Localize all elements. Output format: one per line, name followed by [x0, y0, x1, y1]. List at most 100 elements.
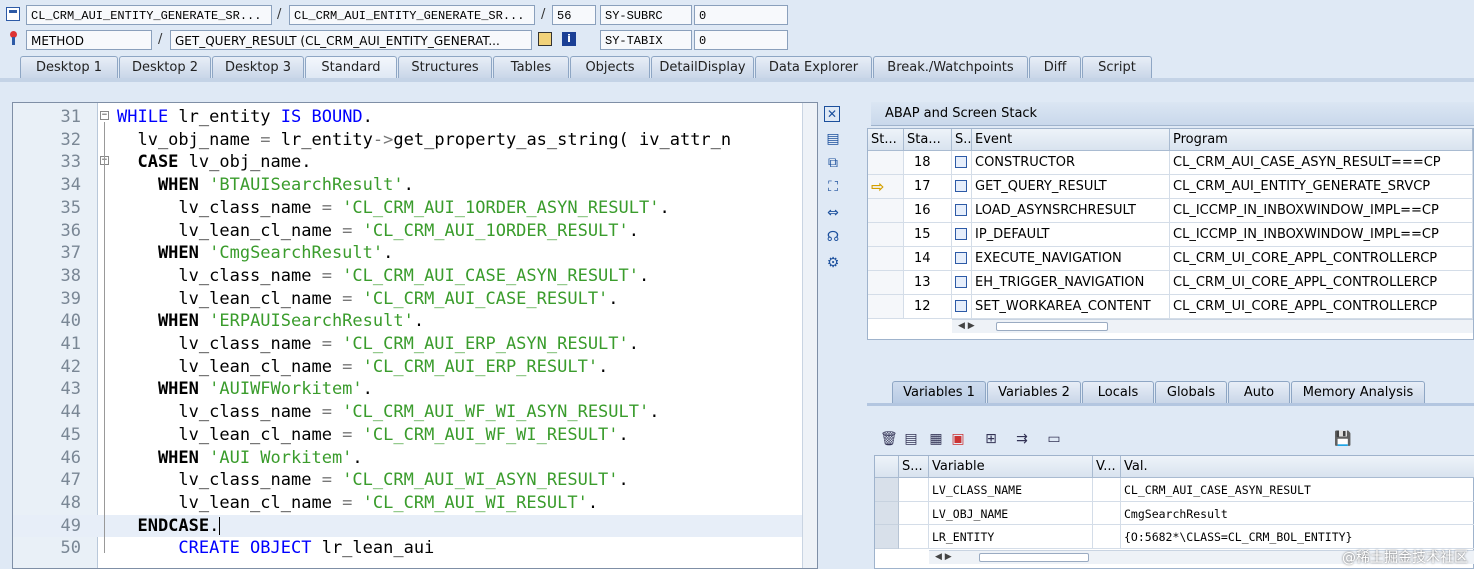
stack-col-header[interactable]: Event	[972, 129, 1170, 151]
var-name[interactable]: LV_OBJ_NAME	[929, 501, 1093, 525]
stack-level[interactable]: 12	[904, 295, 952, 319]
code-line[interactable]: 31 − WHILE lr_entity IS BOUND.	[13, 106, 813, 129]
code-line[interactable]: 43 WHEN 'AUIWFWorkitem'.	[13, 378, 813, 401]
var-col-header[interactable]: Variable	[929, 456, 1093, 478]
stack-event[interactable]: EH_TRIGGER_NAVIGATION	[972, 271, 1170, 295]
sysvar-value-field-1[interactable]: 0	[694, 5, 788, 25]
stack-program[interactable]: CL_ICCMP_IN_INBOXWINDOW_IMPL==CP	[1170, 199, 1473, 223]
var-col-header[interactable]	[875, 456, 899, 478]
tab-diff[interactable]: Diff	[1029, 56, 1081, 78]
stack-col-header[interactable]: Program	[1170, 129, 1473, 151]
tab-detaildisplay[interactable]: DetailDisplay	[651, 56, 754, 78]
stack-event[interactable]: SET_WORKAREA_CONTENT	[972, 295, 1170, 319]
type-field[interactable]: METHOD	[26, 30, 152, 50]
var-col-header[interactable]: Val.	[1121, 456, 1474, 478]
row-selector[interactable]	[875, 501, 899, 525]
tab-variables-1[interactable]: Variables 1	[892, 381, 986, 403]
row-selector[interactable]	[875, 525, 899, 549]
method-field[interactable]: GET_QUERY_RESULT (CL_CRM_AUI_ENTITY_GENE…	[170, 30, 532, 50]
stack-program[interactable]: CL_CRM_UI_CORE_APPL_CONTROLLERCP	[1170, 247, 1473, 271]
code-line[interactable]: 33− CASE lv_obj_name.	[13, 151, 813, 174]
table-view-icon[interactable]: ▤	[903, 431, 919, 447]
stack-col-header[interactable]: St...	[868, 129, 904, 151]
hierarchy-icon[interactable]: ⊞	[983, 431, 999, 447]
stack-event[interactable]: CONSTRUCTOR	[972, 151, 1170, 175]
code-line[interactable]: 40 WHEN 'ERPAUISearchResult'.	[13, 310, 813, 333]
tab-desktop-1[interactable]: Desktop 1	[20, 56, 118, 78]
tab-desktop-3[interactable]: Desktop 3	[212, 56, 304, 78]
stack-program[interactable]: CL_ICCMP_IN_INBOXWINDOW_IMPL==CP	[1170, 223, 1473, 247]
tab-tables[interactable]: Tables	[493, 56, 569, 78]
code-line[interactable]: 50 CREATE OBJECT lr_lean_aui	[13, 537, 813, 560]
code-line[interactable]: 35 lv_class_name = 'CL_CRM_AUI_1ORDER_AS…	[13, 197, 813, 220]
var-name[interactable]: LR_ENTITY	[929, 525, 1093, 549]
code-line[interactable]: 37 WHEN 'CmgSearchResult'.	[13, 242, 813, 265]
code-line[interactable]: 42 lv_lean_cl_name = 'CL_CRM_AUI_ERP_RES…	[13, 356, 813, 379]
code-line[interactable]: 41 lv_class_name = 'CL_CRM_AUI_ERP_ASYN_…	[13, 333, 813, 356]
editor-vertical-scrollbar[interactable]	[802, 103, 817, 568]
fold-toggle-icon[interactable]: −	[100, 111, 109, 120]
code-line[interactable]: 39 lv_lean_cl_name = 'CL_CRM_AUI_CASE_RE…	[13, 288, 813, 311]
sysvar-value-field-2[interactable]: 0	[694, 30, 788, 50]
code-line[interactable]: 34 WHEN 'BTAUISearchResult'.	[13, 174, 813, 197]
tab-script[interactable]: Script	[1082, 56, 1152, 78]
stack-program[interactable]: CL_CRM_AUI_ENTITY_GENERATE_SRVCP	[1170, 175, 1473, 199]
var-name[interactable]: LV_CLASS_NAME	[929, 478, 1093, 502]
tab-objects[interactable]: Objects	[570, 56, 650, 78]
var-value[interactable]: CmgSearchResult	[1121, 502, 1474, 525]
stack-level[interactable]: 15	[904, 223, 952, 247]
include-field[interactable]: CL_CRM_AUI_ENTITY_GENERATE_SR...	[289, 5, 535, 25]
move-icon[interactable]: ⇉	[1014, 431, 1030, 447]
close-icon[interactable]: ✕	[824, 106, 840, 122]
tab-data-explorer[interactable]: Data Explorer	[755, 56, 872, 78]
resize-horizontal-icon[interactable]: ⇔	[824, 204, 842, 222]
stack-horizontal-scrollbar[interactable]: ◀ ▶	[952, 319, 1473, 333]
stack-event[interactable]: GET_QUERY_RESULT	[972, 175, 1170, 199]
stack-level[interactable]: 14	[904, 247, 952, 271]
stack-event[interactable]: EXECUTE_NAVIGATION	[972, 247, 1170, 271]
tab-auto[interactable]: Auto	[1228, 381, 1290, 403]
stack-level[interactable]: 16	[904, 199, 952, 223]
stack-level[interactable]: 17	[904, 175, 952, 199]
save-icon[interactable]: 💾	[1334, 431, 1351, 447]
tab-desktop-2[interactable]: Desktop 2	[119, 56, 211, 78]
stack-col-header[interactable]: S..	[952, 129, 972, 151]
code-line[interactable]: 45 lv_lean_cl_name = 'CL_CRM_AUI_WF_WI_R…	[13, 424, 813, 447]
code-line[interactable]: 49 ENDCASE.	[13, 514, 813, 538]
sysvar-name-field-1[interactable]: SY-SUBRC	[600, 5, 692, 25]
code-line[interactable]: 47 lv_class_name = 'CL_CRM_AUI_WI_ASYN_R…	[13, 469, 813, 492]
stack-event[interactable]: IP_DEFAULT	[972, 223, 1170, 247]
code-line[interactable]: 48 lv_lean_cl_name = 'CL_CRM_AUI_WI_RESU…	[13, 492, 813, 515]
tab-standard[interactable]: Standard	[305, 56, 397, 78]
tab-globals[interactable]: Globals	[1155, 381, 1227, 403]
code-line[interactable]: 44 lv_class_name = 'CL_CRM_AUI_WF_WI_ASY…	[13, 401, 813, 424]
var-value[interactable]: {O:5682*\CLASS=CL_CRM_BOL_ENTITY}	[1121, 525, 1474, 549]
headset-icon[interactable]: ☊	[824, 228, 842, 246]
stack-program[interactable]: CL_CRM_AUI_CASE_ASYN_RESULT===CP	[1170, 151, 1473, 175]
line-number-field[interactable]: 56	[552, 5, 596, 25]
var-value[interactable]: CL_CRM_AUI_CASE_ASYN_RESULT	[1121, 478, 1474, 502]
stack-level[interactable]: 18	[904, 151, 952, 175]
stack-level[interactable]: 13	[904, 271, 952, 295]
code-line[interactable]: 38 lv_class_name = 'CL_CRM_AUI_CASE_ASYN…	[13, 265, 813, 288]
stack-col-header[interactable]: Sta...	[904, 129, 952, 151]
code-line[interactable]: 32 lv_obj_name = lr_entity->get_property…	[13, 129, 813, 152]
code-line[interactable]: 36 lv_lean_cl_name = 'CL_CRM_AUI_1ORDER_…	[13, 220, 813, 243]
row-selector[interactable]	[875, 478, 899, 502]
stack-program[interactable]: CL_CRM_UI_CORE_APPL_CONTROLLERCP	[1170, 271, 1473, 295]
program-field[interactable]: CL_CRM_AUI_ENTITY_GENERATE_SR...	[26, 5, 272, 25]
swap-tool-icon[interactable]: ⧉	[824, 154, 842, 172]
scroll-thumb[interactable]	[996, 322, 1108, 331]
stack-event[interactable]: LOAD_ASYNSRCHRESULT	[972, 199, 1170, 223]
display-list-icon[interactable]	[538, 32, 552, 46]
source-code-editor[interactable]: 31− WHILE lr_entity IS BOUND. 32 lv_obj_na…	[12, 102, 818, 569]
var-col-header[interactable]: S...	[899, 456, 929, 478]
sysvar-name-field-2[interactable]: SY-TABIX	[600, 30, 692, 50]
code-line[interactable]: 46 WHEN 'AUI Workitem'.	[13, 447, 813, 470]
copy-icon[interactable]: ▦	[928, 431, 944, 447]
stack-program[interactable]: CL_CRM_UI_CORE_APPL_CONTROLLERCP	[1170, 295, 1473, 319]
folder-icon[interactable]: ▭	[1046, 431, 1062, 447]
save-variant-icon[interactable]: ▣	[950, 431, 966, 447]
scroll-thumb[interactable]	[979, 553, 1089, 562]
tab-locals[interactable]: Locals	[1082, 381, 1154, 403]
